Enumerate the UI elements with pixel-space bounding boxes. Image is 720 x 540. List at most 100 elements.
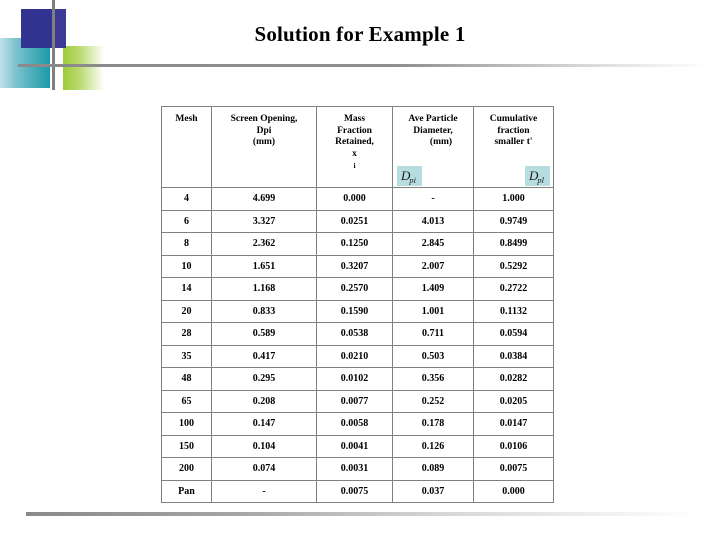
cell-mesh: 65 <box>161 389 212 413</box>
cell-cumulative-fraction: 0.0205 <box>473 389 554 413</box>
table-row: 14 1.168 0.2570 1.409 0.2722 <box>161 277 554 301</box>
header-line: fraction <box>497 125 530 136</box>
equation-object-dpl[interactable]: Dpl <box>524 165 550 186</box>
cell-cumulative-fraction: 0.2722 <box>473 277 554 301</box>
table-row: 200 0.074 0.0031 0.089 0.0075 <box>161 457 554 481</box>
header-line-units: (mm) <box>429 137 453 147</box>
cell-ave-diameter: 0.089 <box>392 457 474 481</box>
cell-mesh: 48 <box>161 367 212 391</box>
table-row: 65 0.208 0.0077 0.252 0.0205 <box>161 389 554 413</box>
header-line: Screen Opening, <box>230 114 298 124</box>
cell-ave-diameter: 0.252 <box>392 389 474 413</box>
cell-screen-opening: 4.699 <box>211 187 317 211</box>
cell-screen-opening: 2.362 <box>211 232 317 256</box>
cell-mass-fraction: 0.000 <box>316 187 393 211</box>
cell-ave-diameter: 2.845 <box>392 232 474 256</box>
table-row: Pan -0.0075 0.037 0.000 <box>161 479 554 503</box>
cell-screen-opening: 0.589 <box>211 322 317 346</box>
table-row: 48 0.295 0.0102 0.356 0.0282 <box>161 367 554 391</box>
cell-screen-opening: 0.074 <box>211 457 317 481</box>
table-row: 8 2.362 0.1250 2.845 0.8499 <box>161 232 554 256</box>
cell-mesh: 100 <box>161 412 212 436</box>
green-gradient-square <box>63 46 104 90</box>
header-line: Retained, <box>335 137 374 147</box>
cell-screen-opening: - <box>211 479 317 503</box>
cell-screen-opening: 0.417 <box>211 344 317 368</box>
cell-screen-opening: 0.833 <box>211 299 317 323</box>
cell-ave-diameter: 0.356 <box>392 367 474 391</box>
equation-subscript: pl <box>537 174 544 185</box>
cell-screen-opening: 0.147 <box>211 412 317 436</box>
header-line: (mm) <box>252 137 276 147</box>
cell-mesh: 14 <box>161 277 212 301</box>
cell-cumulative-fraction: 0.0594 <box>473 322 554 346</box>
table-row: 100 0.147 0.0058 0.178 0.0147 <box>161 412 554 436</box>
header-horizontal-rule <box>18 64 708 67</box>
cell-mesh: 4 <box>161 187 212 211</box>
slide: Solution for Example 1 Mesh Screen Openi… <box>0 0 720 540</box>
cell-cumulative-fraction: 0.0282 <box>473 367 554 391</box>
column-header-mesh: Mesh <box>161 106 212 188</box>
cell-mesh: 8 <box>161 232 212 256</box>
cell-ave-diameter: 0.178 <box>392 412 474 436</box>
cell-ave-diameter: 0.126 <box>392 434 474 458</box>
header-line: Mass <box>343 114 366 124</box>
cell-cumulative-fraction: 0.0075 <box>473 457 554 481</box>
header-line: Diameter, <box>413 125 453 136</box>
table-row: 4 4.699 0.000-1.000 <box>161 187 554 211</box>
cell-ave-diameter: 1.001 <box>392 299 474 323</box>
cell-mass-fraction: 0.1590 <box>316 299 393 323</box>
column-header-mass-fraction: Mass Fraction Retained, xi <box>316 106 393 188</box>
cell-mesh: 28 <box>161 322 212 346</box>
equation-subscript: pi <box>409 174 417 185</box>
cell-mass-fraction: 0.0058 <box>316 412 393 436</box>
table-row: 35 0.417 0.0210 0.503 0.0384 <box>161 344 554 368</box>
cell-cumulative-fraction: 0.8499 <box>473 232 554 256</box>
cell-cumulative-fraction: 0.000 <box>473 479 554 503</box>
cell-cumulative-fraction: 0.0147 <box>473 412 554 436</box>
cell-cumulative-fraction: 0.1132 <box>473 299 554 323</box>
cell-cumulative-fraction: 0.9749 <box>473 209 554 233</box>
cell-mesh: 200 <box>161 457 212 481</box>
header-line: Fraction <box>337 125 372 136</box>
cell-mesh: 35 <box>161 344 212 368</box>
equation-object-dpi-bar[interactable]: Dpi <box>397 165 423 186</box>
cell-ave-diameter: 1.409 <box>392 277 474 301</box>
table-row: 20 0.833 0.1590 1.001 0.1132 <box>161 299 554 323</box>
cell-screen-opening: 0.208 <box>211 389 317 413</box>
header-line: Dpi <box>256 125 272 136</box>
header-line: xi <box>317 149 392 172</box>
cell-mass-fraction: 0.0041 <box>316 434 393 458</box>
cell-mass-fraction: 0.0075 <box>316 479 393 503</box>
corner-decoration <box>0 0 200 110</box>
cell-mass-fraction: 0.0031 <box>316 457 393 481</box>
cell-mesh: 6 <box>161 209 212 233</box>
cell-screen-opening: 0.295 <box>211 367 317 391</box>
column-header-ave-particle-diameter: Ave Particle Diameter, (mm) Dpi <box>392 106 474 188</box>
cell-mesh: Pan <box>161 479 212 503</box>
cell-mass-fraction: 0.2570 <box>316 277 393 301</box>
cell-screen-opening: 3.327 <box>211 209 317 233</box>
mass-fraction-subscript: i <box>353 161 356 170</box>
cell-mass-fraction: 0.0210 <box>316 344 393 368</box>
header-line: Cumulative <box>489 114 538 124</box>
header-line: Mesh <box>175 114 198 124</box>
cell-screen-opening: 1.651 <box>211 254 317 278</box>
cell-ave-diameter: 2.007 <box>392 254 474 278</box>
table-row: 10 1.651 0.3207 2.007 0.5292 <box>161 254 554 278</box>
cell-ave-diameter: 4.013 <box>392 209 474 233</box>
cell-mass-fraction: 0.0538 <box>316 322 393 346</box>
mass-fraction-symbol: x <box>352 148 357 159</box>
cell-ave-diameter: 0.037 <box>392 479 474 503</box>
cell-cumulative-fraction: 1.000 <box>473 187 554 211</box>
footer-horizontal-rule <box>26 512 698 516</box>
cell-mesh: 20 <box>161 299 212 323</box>
column-header-cumulative-fraction: Cumulative fraction smaller t' Dpl <box>473 106 554 188</box>
cell-mass-fraction: 0.0077 <box>316 389 393 413</box>
cell-screen-opening: 1.168 <box>211 277 317 301</box>
cell-mass-fraction: 0.0102 <box>316 367 393 391</box>
cell-mass-fraction: 0.3207 <box>316 254 393 278</box>
page-title: Solution for Example 1 <box>254 22 466 46</box>
cell-mesh: 150 <box>161 434 212 458</box>
table-row: 28 0.589 0.0538 0.711 0.0594 <box>161 322 554 346</box>
